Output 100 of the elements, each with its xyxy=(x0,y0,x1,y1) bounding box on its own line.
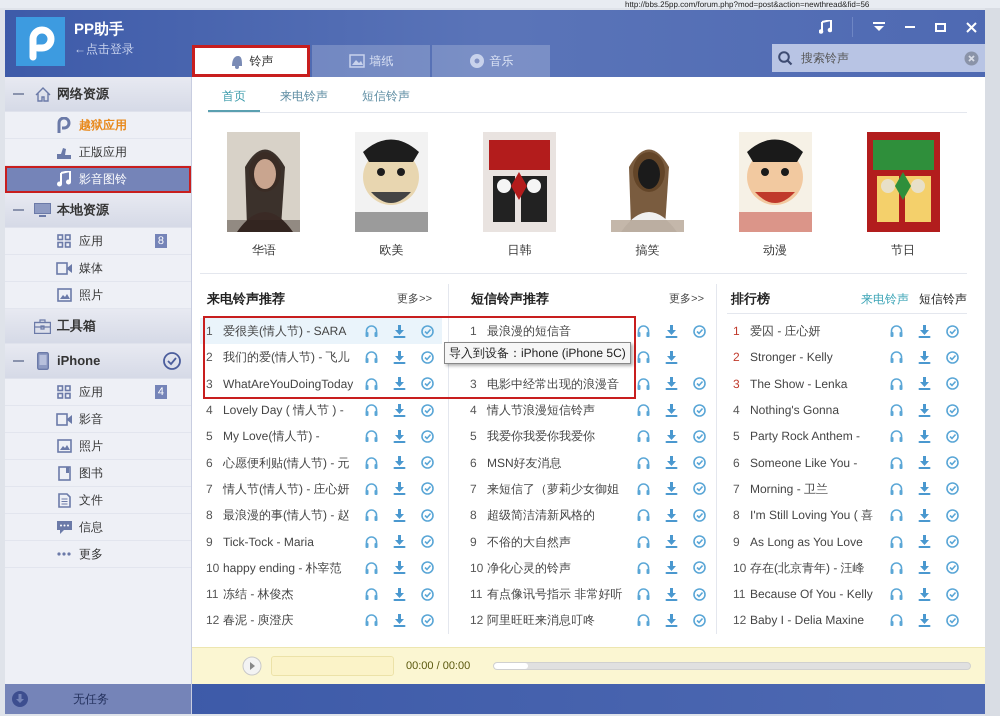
check-circle-icon[interactable] xyxy=(946,456,959,470)
list-row[interactable]: 8 最浪漫的事(情人节) - 赵 xyxy=(200,502,442,528)
sidebar-item[interactable]: 媒体 xyxy=(5,255,191,282)
ringtone-title[interactable]: Stronger - Kelly xyxy=(750,348,890,366)
headphones-icon[interactable] xyxy=(637,614,650,626)
headphones-icon[interactable] xyxy=(637,350,650,363)
download-icon[interactable] xyxy=(393,482,406,496)
download-icon[interactable] xyxy=(918,324,931,338)
download-icon[interactable] xyxy=(665,430,678,443)
sidebar-item[interactable]: 照片 xyxy=(5,433,191,460)
check-circle-icon[interactable] xyxy=(946,508,959,522)
ringtone-title[interactable]: My Love(情人节) - xyxy=(223,427,365,446)
headphones-icon[interactable] xyxy=(890,378,903,390)
check-circle-icon[interactable] xyxy=(421,377,434,390)
download-icon[interactable] xyxy=(918,561,931,574)
ringtone-title[interactable]: Tick-Tock - Maria xyxy=(223,532,365,551)
ringtone-title[interactable]: Because Of You - Kelly xyxy=(750,585,890,604)
download-icon[interactable] xyxy=(918,508,931,522)
headphones-icon[interactable] xyxy=(890,351,903,364)
download-icon[interactable] xyxy=(665,482,678,496)
ranking-tab[interactable]: 短信铃声 xyxy=(919,290,967,308)
download-icon[interactable] xyxy=(665,535,678,548)
play-icon[interactable] xyxy=(242,656,262,676)
headphones-icon[interactable] xyxy=(365,430,378,442)
ringtone-title[interactable]: 我爱你我爱你我爱你 xyxy=(487,427,637,446)
ringtone-title[interactable]: I'm Still Loving You ( 喜 xyxy=(750,506,890,524)
headphones-icon[interactable] xyxy=(365,509,378,522)
download-icon[interactable] xyxy=(393,456,406,470)
ringtone-title[interactable]: The Show - Lenka xyxy=(750,374,890,393)
download-icon[interactable] xyxy=(665,561,678,574)
check-circle-icon[interactable] xyxy=(693,614,706,627)
ringtone-title[interactable]: 冻结 - 林俊杰 xyxy=(223,585,365,604)
ringtone-title[interactable]: 净化心灵的铃声 xyxy=(487,558,637,577)
headphones-icon[interactable] xyxy=(637,430,650,442)
clear-icon[interactable] xyxy=(964,51,979,66)
check-circle-icon[interactable] xyxy=(693,456,706,470)
check-circle-icon[interactable] xyxy=(421,614,434,627)
check-circle-icon[interactable] xyxy=(693,430,706,443)
download-icon[interactable] xyxy=(393,324,406,338)
sub-tab[interactable]: 来电铃声 xyxy=(266,82,342,112)
ringtone-title[interactable]: 最浪漫的事(情人节) - 赵 xyxy=(223,506,365,524)
headphones-icon[interactable] xyxy=(637,588,650,600)
headphones-icon[interactable] xyxy=(637,325,650,338)
headphones-icon[interactable] xyxy=(890,404,903,416)
headphones-icon[interactable] xyxy=(365,351,378,364)
headphones-icon[interactable] xyxy=(890,482,903,495)
address-text[interactable]: http://bbs.25pp.com/forum.php?mod=post&action=newthread&fid=56 xyxy=(625,0,870,9)
download-icon[interactable] xyxy=(665,404,678,417)
ringtone-title[interactable]: 我们的爱(情人节) - 飞儿 xyxy=(223,348,365,366)
download-icon[interactable] xyxy=(393,614,406,627)
sidebar-group-header[interactable]: 网络资源 xyxy=(5,77,191,112)
check-circle-icon[interactable] xyxy=(946,324,959,338)
ringtone-title[interactable]: As Long as You Love xyxy=(750,532,890,551)
progress-track[interactable] xyxy=(493,662,971,670)
list-row[interactable]: 12 春泥 - 庾澄庆 xyxy=(200,607,442,634)
ringtone-title[interactable]: WhatAreYouDoingToday xyxy=(223,374,365,393)
check-circle-icon[interactable] xyxy=(946,561,959,574)
sidebar-group-header[interactable]: iPhone xyxy=(5,344,191,379)
headphones-icon[interactable] xyxy=(890,456,903,469)
category-label[interactable]: 欧美 xyxy=(380,241,404,259)
ringtone-title[interactable]: 有点像讯号指示 非常好听 xyxy=(487,585,637,604)
sidebar-item[interactable]: 应用 8 xyxy=(5,228,191,255)
headphones-icon[interactable] xyxy=(637,536,650,548)
check-circle-icon[interactable] xyxy=(946,430,959,443)
list-row[interactable]: 6 心愿便利贴(情人节) - 元 xyxy=(200,449,442,476)
ringtone-title[interactable]: 爱很美(情人节) - SARA xyxy=(223,322,365,340)
tab[interactable]: 铃声 xyxy=(192,45,310,77)
check-circle-icon[interactable] xyxy=(693,404,706,417)
download-icon[interactable] xyxy=(393,535,406,548)
download-icon[interactable] xyxy=(918,350,931,364)
download-icon[interactable] xyxy=(393,561,406,574)
download-icon[interactable] xyxy=(918,456,931,470)
check-circle-icon[interactable] xyxy=(946,535,959,548)
dropdown-menu-icon[interactable] xyxy=(873,22,885,32)
download-icon[interactable] xyxy=(665,377,678,390)
category-label[interactable]: 华语 xyxy=(252,241,276,259)
check-circle-icon[interactable] xyxy=(946,482,959,496)
check-circle-icon[interactable] xyxy=(421,482,434,496)
check-circle-icon[interactable] xyxy=(946,404,959,417)
download-icon[interactable] xyxy=(665,588,678,601)
check-circle-icon[interactable] xyxy=(421,588,434,601)
check-circle-icon[interactable] xyxy=(946,350,959,364)
headphones-icon[interactable] xyxy=(365,456,378,469)
headphones-icon[interactable] xyxy=(365,536,378,548)
download-icon[interactable] xyxy=(918,482,931,496)
ringtone-title[interactable]: 心愿便利贴(情人节) - 元 xyxy=(223,454,365,472)
ringtone-title[interactable]: Nothing's Gonna xyxy=(750,401,890,420)
download-icon[interactable] xyxy=(393,430,406,443)
check-circle-icon[interactable] xyxy=(693,377,706,390)
headphones-icon[interactable] xyxy=(637,482,650,495)
download-icon[interactable] xyxy=(918,377,931,390)
download-icon[interactable] xyxy=(665,508,678,522)
ringtone-title[interactable]: 情人节浪漫短信铃声 xyxy=(487,401,637,420)
search-field[interactable]: 搜索铃声 xyxy=(772,44,985,72)
check-circle-icon[interactable] xyxy=(946,588,959,601)
check-circle-icon[interactable] xyxy=(946,377,959,390)
download-icon[interactable] xyxy=(393,350,406,364)
list-row[interactable]: 5 My Love(情人节) - xyxy=(200,423,442,450)
sidebar-item[interactable]: 更多 xyxy=(5,541,191,568)
check-circle-icon[interactable] xyxy=(421,535,434,548)
